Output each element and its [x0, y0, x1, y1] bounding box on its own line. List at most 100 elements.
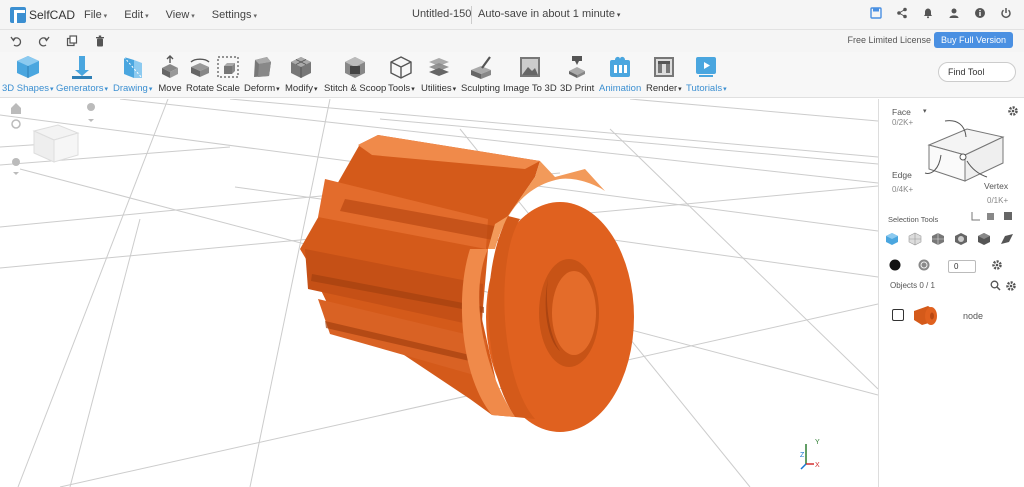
orbit-view-icon[interactable]: [12, 158, 20, 175]
rotate-icon: [190, 58, 210, 77]
tool-utilities[interactable]: Utilities: [421, 54, 456, 94]
tool-scale[interactable]: Scale: [215, 54, 241, 94]
tools-icon: [390, 56, 413, 79]
tool-move-label: Move: [158, 83, 182, 94]
copy-icon[interactable]: [66, 35, 78, 47]
tool-move[interactable]: Move: [157, 54, 183, 94]
vertex-count: 0/1K+: [987, 196, 1009, 205]
node-object[interactable]: [300, 135, 634, 432]
tool-3d-print[interactable]: 3D Print: [560, 54, 594, 94]
tool-utilities-label: Utilities: [421, 83, 456, 94]
object-thumbnail[interactable]: [910, 303, 940, 327]
menu-settings[interactable]: Settings: [212, 9, 257, 21]
tool-sculpting-label: Sculpting: [461, 83, 501, 94]
select-solid-icon[interactable]: [977, 232, 991, 246]
power-icon[interactable]: [1000, 7, 1012, 19]
tool-modify[interactable]: Modify: [285, 54, 318, 94]
delete-icon[interactable]: [94, 35, 106, 47]
tool-stitch-scoop[interactable]: Stitch & Scoop: [324, 54, 386, 94]
user-icon[interactable]: [948, 7, 960, 19]
selfcad-logo-icon: [10, 6, 26, 23]
tool-generators[interactable]: Generators: [56, 54, 108, 94]
tool-render[interactable]: Render: [646, 54, 682, 94]
license-text: Free Limited License: [847, 35, 931, 45]
tool-tools[interactable]: Tools: [388, 54, 415, 94]
menu-file[interactable]: File: [84, 9, 107, 21]
document-title[interactable]: Untitled-150: [412, 8, 471, 20]
app-name: SelfCAD: [29, 7, 76, 22]
tool-tutorials[interactable]: Tutorials: [686, 54, 727, 94]
selection-mode-cube[interactable]: [921, 115, 1011, 187]
share-icon[interactable]: [896, 7, 908, 19]
face-label[interactable]: Face: [892, 107, 911, 117]
svg-text:X: X: [815, 462, 820, 469]
tool-tools-label: Tools: [388, 83, 415, 94]
sculpting-icon: [470, 56, 491, 79]
selection-size-stepper[interactable]: 0: [948, 260, 976, 273]
face-count: 0/2K+: [892, 118, 914, 127]
redo-icon[interactable]: [38, 35, 50, 47]
brush-settings-gear-icon[interactable]: [991, 259, 1003, 271]
edit-bar: Free Limited License Buy Full Version: [0, 30, 1024, 52]
tool-scale-label: Scale: [216, 83, 240, 94]
object-name[interactable]: node: [963, 311, 983, 321]
vertex-label[interactable]: Vertex: [984, 181, 1008, 191]
3d-viewport[interactable]: Y Z X: [0, 99, 878, 487]
face-dropdown-icon[interactable]: ▾: [923, 107, 927, 115]
tool-drawing[interactable]: Drawing: [113, 54, 152, 94]
title-divider: [471, 6, 472, 24]
menu-edit[interactable]: Edit: [124, 9, 148, 21]
tool-image-to-3d-label: Image To 3D: [503, 83, 557, 94]
save-icon[interactable]: [870, 7, 882, 19]
svg-text:Y: Y: [815, 439, 820, 446]
main-toolbar: 3D Shapes Generators Drawing Move Rotate…: [0, 52, 1024, 98]
buy-full-version-button[interactable]: Buy Full Version: [933, 32, 1013, 48]
edge-label[interactable]: Edge: [892, 170, 912, 180]
objects-settings-gear-icon[interactable]: [1005, 280, 1017, 292]
select-sphere-icon[interactable]: [954, 232, 968, 246]
top-icon-group: [856, 7, 1012, 19]
deform-icon: [253, 57, 271, 77]
tool-3d-shapes-label: 3D Shapes: [2, 83, 54, 94]
home-view-icon[interactable]: [11, 103, 21, 114]
undo-icon[interactable]: [10, 35, 22, 47]
tool-3d-shapes[interactable]: 3D Shapes: [2, 54, 54, 94]
tool-drawing-label: Drawing: [113, 83, 152, 94]
soft-brush-icon[interactable]: [918, 259, 930, 271]
svg-text:Z: Z: [800, 452, 805, 459]
view-cube[interactable]: [32, 124, 80, 163]
find-tool-input[interactable]: Find Tool: [938, 62, 1016, 82]
tool-tutorials-label: Tutorials: [686, 83, 727, 94]
select-plane-icon[interactable]: [1000, 232, 1014, 246]
menu-view[interactable]: View: [166, 9, 195, 21]
select-cube-icon[interactable]: [885, 232, 899, 246]
tool-sculpting[interactable]: Sculpting: [461, 54, 500, 94]
solid-brush-icon[interactable]: [889, 259, 901, 271]
info-icon[interactable]: [974, 7, 986, 19]
axis-indicator: Y Z X: [800, 439, 820, 470]
tool-3d-print-label: 3D Print: [560, 83, 595, 94]
autosave-status[interactable]: Auto-save in about 1 minute: [478, 8, 620, 20]
app-logo[interactable]: SelfCAD: [10, 6, 76, 23]
generator-icon: [72, 56, 93, 79]
selfcad-app: SelfCAD File Edit View Settings Untitled…: [0, 0, 1024, 487]
3d-print-icon: [569, 56, 586, 78]
select-faces-icon[interactable]: [931, 232, 945, 246]
render-icon: [653, 57, 674, 77]
selection-options-icons[interactable]: [971, 210, 1019, 222]
light-icon[interactable]: [87, 103, 95, 122]
object-select-checkbox[interactable]: [892, 309, 904, 321]
tool-animation-label: Animation: [599, 83, 642, 94]
objects-search-icon[interactable]: [990, 280, 1001, 291]
selection-tools-label: Selection Tools: [888, 215, 939, 224]
tool-rotate[interactable]: Rotate: [186, 54, 214, 94]
edge-count: 0/4K+: [892, 185, 914, 194]
camera-view-icon[interactable]: [11, 119, 21, 129]
select-grid-icon[interactable]: [908, 232, 922, 246]
tool-deform[interactable]: Deform: [244, 54, 280, 94]
tool-render-label: Render: [646, 83, 682, 94]
scene-canvas[interactable]: Y Z X: [0, 99, 878, 487]
bell-icon[interactable]: [922, 7, 934, 19]
tool-image-to-3d[interactable]: Image To 3D: [503, 54, 557, 94]
tool-animation[interactable]: Animation: [599, 54, 641, 94]
